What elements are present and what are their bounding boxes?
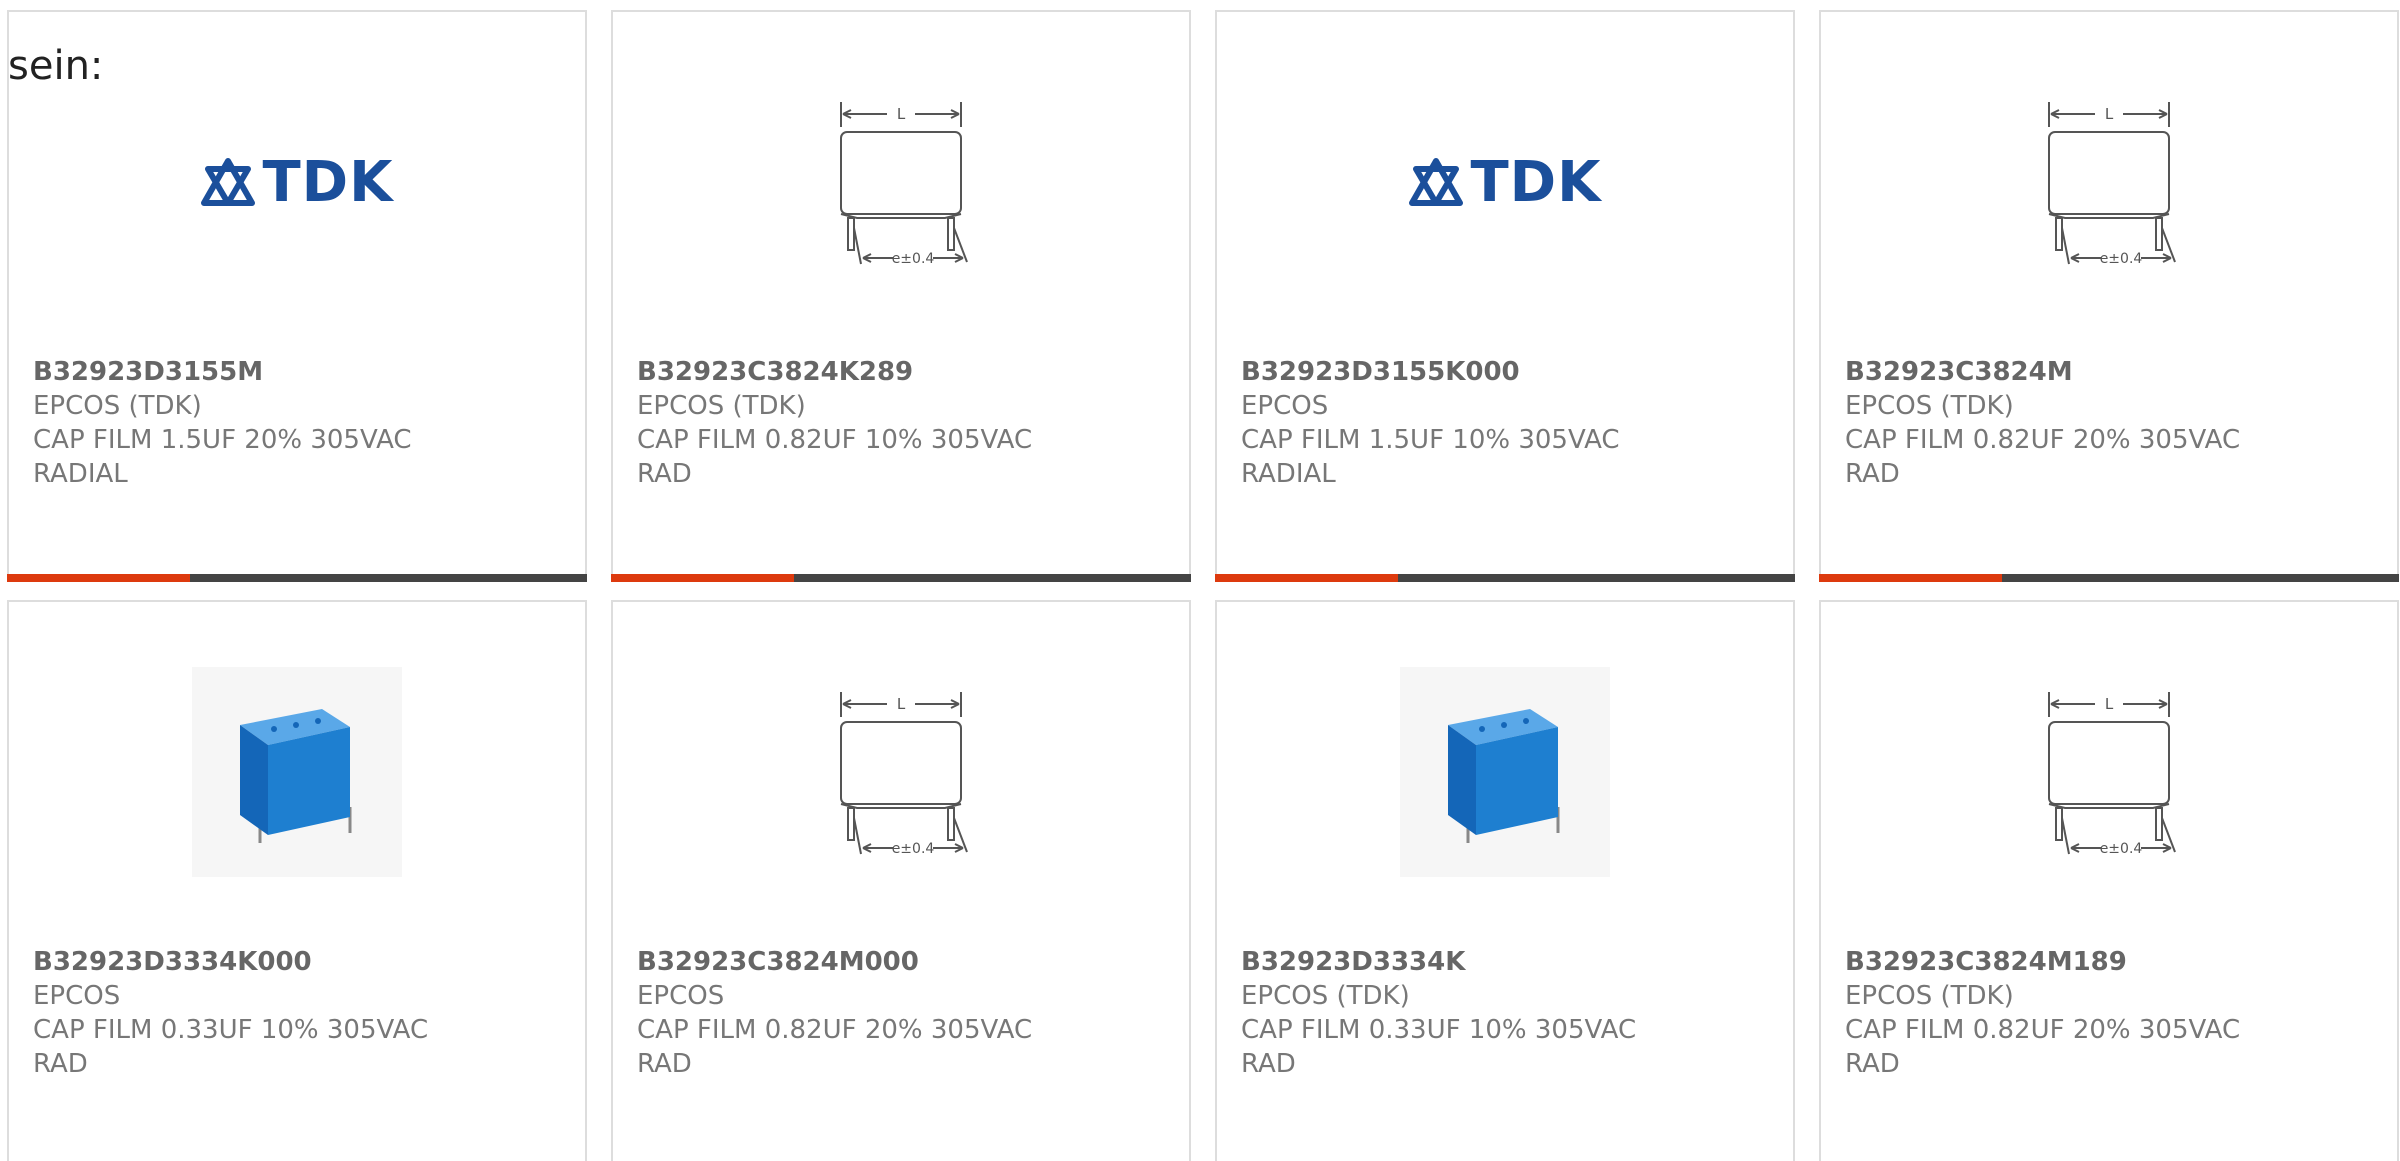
- part-number[interactable]: B32923D3155K000: [1241, 355, 1783, 389]
- product-image: TDK: [9, 62, 585, 302]
- product-image: L e±0.4: [1821, 62, 2397, 302]
- svg-text:L: L: [897, 105, 906, 123]
- card-bottom-bar: [1819, 574, 2399, 582]
- manufacturer: EPCOS (TDK): [1845, 391, 2014, 421]
- product-card[interactable]: L e±0.4 B32923C3824M189 EPCOS (TDK) CAP …: [1819, 600, 2399, 1161]
- manufacturer: EPCOS (TDK): [33, 391, 202, 421]
- product-info: B32923C3824K289 EPCOS (TDK) CAP FILM 0.8…: [637, 355, 1179, 491]
- svg-text:L: L: [2105, 695, 2114, 713]
- description-cont: RAD: [33, 1049, 88, 1079]
- card-bar-accent: [1215, 574, 1398, 582]
- svg-text:e±0.4: e±0.4: [892, 841, 935, 857]
- part-number[interactable]: B32923C3824M189: [1845, 945, 2387, 979]
- svg-text:e±0.4: e±0.4: [2100, 251, 2143, 267]
- description-cont: RAD: [637, 1049, 692, 1079]
- description: CAP FILM 0.82UF 20% 305VAC: [637, 1015, 1033, 1045]
- description: CAP FILM 1.5UF 20% 305VAC: [33, 425, 412, 455]
- product-card[interactable]: L e±0.4 B32923C3824M EPCOS (TDK) CAP FIL…: [1819, 10, 2399, 582]
- tdk-logo-icon: TDK: [1408, 150, 1601, 215]
- product-image: L e±0.4: [613, 62, 1189, 302]
- part-number[interactable]: B32923C3824M000: [637, 945, 1179, 979]
- dimension-drawing-icon: L e±0.4: [840, 102, 968, 267]
- svg-text:e±0.4: e±0.4: [892, 251, 935, 267]
- card-bar-accent: [1819, 574, 2002, 582]
- manufacturer: EPCOS (TDK): [1241, 981, 1410, 1011]
- product-card[interactable]: L e±0.4 B32923C3824M000 EPCOS CAP FILM 0…: [611, 600, 1191, 1161]
- part-number[interactable]: B32923C3824M: [1845, 355, 2387, 389]
- description-cont: RAD: [1241, 1049, 1296, 1079]
- product-info: B32923D3155K000 EPCOS CAP FILM 1.5UF 10%…: [1241, 355, 1783, 491]
- description: CAP FILM 0.82UF 20% 305VAC: [1845, 1015, 2241, 1045]
- description-cont: RAD: [637, 459, 692, 489]
- dimension-drawing-icon: L e±0.4: [2048, 692, 2176, 857]
- card-bottom-bar: [611, 574, 1191, 582]
- description: CAP FILM 0.82UF 10% 305VAC: [637, 425, 1033, 455]
- product-image: [1217, 652, 1793, 892]
- card-bottom-bar: [1215, 574, 1795, 582]
- card-bar-accent: [611, 574, 794, 582]
- manufacturer: EPCOS (TDK): [1845, 981, 2014, 1011]
- tdk-emblem-icon: [201, 158, 256, 206]
- product-card[interactable]: B32923D3334K EPCOS (TDK) CAP FILM 0.33UF…: [1215, 600, 1795, 1161]
- product-image: TDK: [1217, 62, 1793, 302]
- part-number[interactable]: B32923D3334K: [1241, 945, 1783, 979]
- card-bar-accent: [7, 574, 190, 582]
- product-image: L e±0.4: [613, 652, 1189, 892]
- svg-text:L: L: [2105, 105, 2114, 123]
- capacitor-photo-icon: [1400, 667, 1610, 877]
- manufacturer: EPCOS: [637, 981, 725, 1011]
- description: CAP FILM 0.82UF 20% 305VAC: [1845, 425, 2241, 455]
- part-number[interactable]: B32923D3334K000: [33, 945, 575, 979]
- manufacturer: EPCOS: [33, 981, 121, 1011]
- description-cont: RADIAL: [1241, 459, 1336, 489]
- product-image: [9, 652, 585, 892]
- description: CAP FILM 0.33UF 10% 305VAC: [1241, 1015, 1637, 1045]
- product-card[interactable]: B32923D3334K000 EPCOS CAP FILM 0.33UF 10…: [7, 600, 587, 1161]
- tdk-emblem-icon: [1409, 158, 1464, 206]
- dimension-drawing-icon: L e±0.4: [2048, 102, 2176, 267]
- product-card[interactable]: L e±0.4 B32923C3824K289 EPCOS (TDK) CAP …: [611, 10, 1191, 582]
- description: CAP FILM 1.5UF 10% 305VAC: [1241, 425, 1620, 455]
- manufacturer: EPCOS (TDK): [637, 391, 806, 421]
- part-number[interactable]: B32923D3155M: [33, 355, 575, 389]
- product-grid: TDK B32923D3155M EPCOS (TDK) CAP FILM 1.…: [0, 0, 2400, 1161]
- product-grid-page: sein: TDK B32923D3155M EPCOS (TDK) CAP F…: [0, 0, 2400, 1161]
- part-number[interactable]: B32923C3824K289: [637, 355, 1179, 389]
- manufacturer: EPCOS: [1241, 391, 1329, 421]
- product-info: B32923D3155M EPCOS (TDK) CAP FILM 1.5UF …: [33, 355, 575, 491]
- product-image: L e±0.4: [1821, 652, 2397, 892]
- dimension-drawing-icon: L e±0.4: [840, 692, 968, 857]
- svg-text:e±0.4: e±0.4: [2100, 841, 2143, 857]
- description-cont: RAD: [1845, 1049, 1900, 1079]
- tdk-logo-icon: TDK: [200, 150, 393, 215]
- product-info: B32923C3824M000 EPCOS CAP FILM 0.82UF 20…: [637, 945, 1179, 1081]
- product-card[interactable]: TDK B32923D3155M EPCOS (TDK) CAP FILM 1.…: [7, 10, 587, 582]
- description-cont: RADIAL: [33, 459, 128, 489]
- capacitor-photo-icon: [192, 667, 402, 877]
- product-info: B32923D3334K EPCOS (TDK) CAP FILM 0.33UF…: [1241, 945, 1783, 1081]
- description-cont: RAD: [1845, 459, 1900, 489]
- description: CAP FILM 0.33UF 10% 305VAC: [33, 1015, 429, 1045]
- intro-text: sein:: [8, 43, 104, 89]
- card-bottom-bar: [7, 574, 587, 582]
- svg-text:L: L: [897, 695, 906, 713]
- product-info: B32923C3824M EPCOS (TDK) CAP FILM 0.82UF…: [1845, 355, 2387, 491]
- product-card[interactable]: TDK B32923D3155K000 EPCOS CAP FILM 1.5UF…: [1215, 10, 1795, 582]
- product-info: B32923C3824M189 EPCOS (TDK) CAP FILM 0.8…: [1845, 945, 2387, 1081]
- product-info: B32923D3334K000 EPCOS CAP FILM 0.33UF 10…: [33, 945, 575, 1081]
